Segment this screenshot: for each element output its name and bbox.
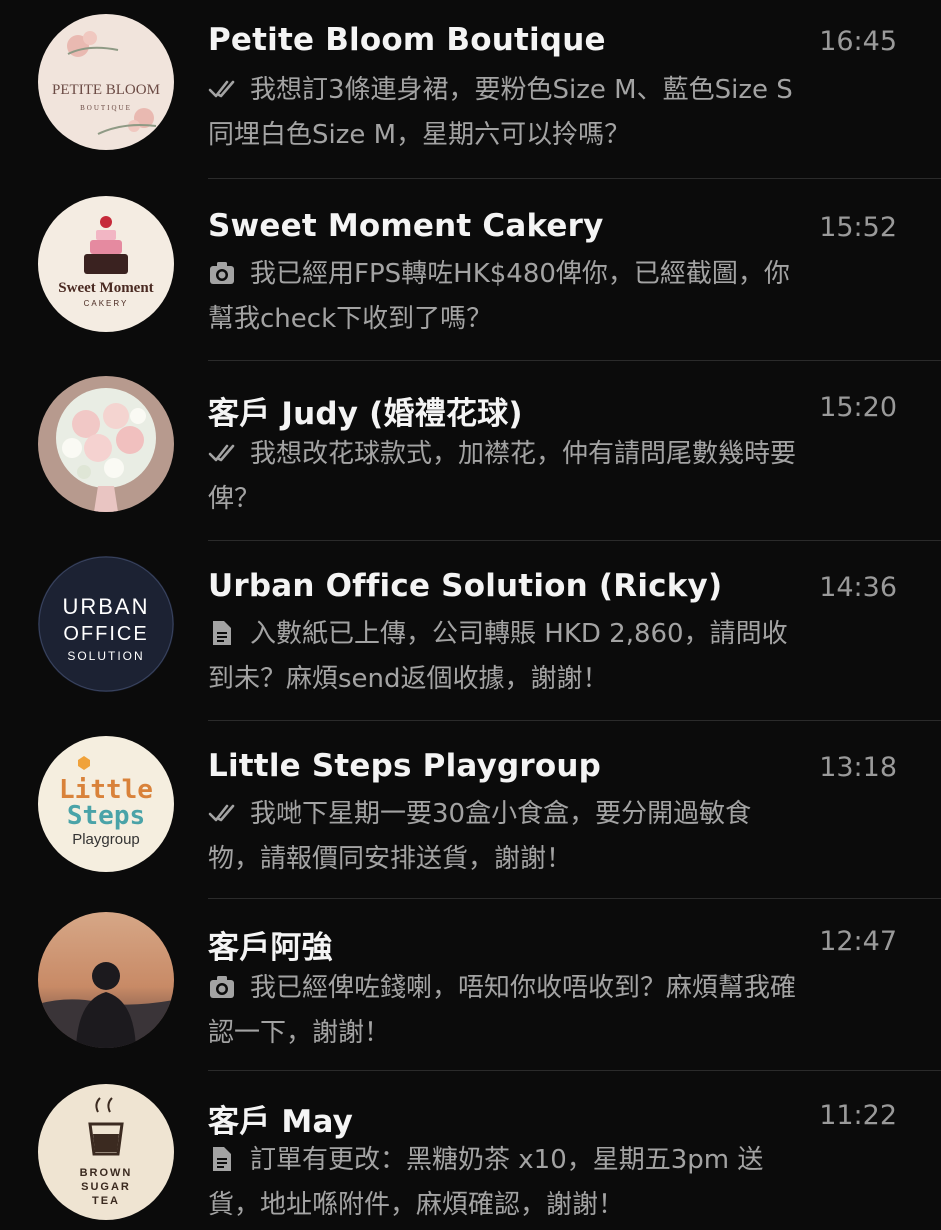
avatar: URBAN OFFICE SOLUTION — [38, 556, 174, 692]
avatar-line-1: Sweet Moment — [58, 280, 153, 296]
chat-name: Petite Bloom Boutique — [208, 22, 606, 58]
document-icon — [213, 1147, 231, 1171]
chat-name: 客戶阿強 — [208, 930, 333, 966]
divider — [208, 898, 941, 899]
double-check-icon — [208, 444, 235, 462]
chat-preview: 我想改花球款式，加襟花，仲有請問尾數幾時要俾？ — [208, 439, 797, 514]
chat-preview: 我已經俾咗錢喇，唔知你收唔收到？麻煩幫我確認一下，謝謝！ — [208, 973, 797, 1048]
avatar: PETITE BLOOM BOUTIQUE — [38, 14, 174, 150]
avatar-line-2: CAKERY — [84, 299, 129, 308]
chat-preview: 訂單有更改：黑糖奶茶 x10，星期五3pm 送貨，地址喺附件，麻煩確認，謝謝！ — [208, 1145, 764, 1220]
divider — [208, 178, 941, 179]
avatar-line-1: PETITE BLOOM — [52, 82, 160, 98]
avatar: Sweet Moment CAKERY — [38, 196, 174, 332]
chat-time: 15:20 — [819, 392, 897, 423]
chat-name: 客戶 Judy (婚禮花球) — [208, 396, 523, 432]
chat-preview: 我想訂3條連身裙，要粉色Size M、藍色Size S 同埋白色Size M，星… — [208, 75, 793, 150]
chat-row[interactable]: 客戶阿強 12:47 我已經俾咗錢喇，唔知你收唔收到？麻煩幫我確認一下，謝謝！ — [0, 900, 941, 1071]
chat-name: 客戶 May — [208, 1104, 354, 1140]
chat-name: Little Steps Playgroup — [208, 748, 602, 784]
double-check-icon — [208, 80, 235, 98]
chat-row[interactable]: Sweet Moment CAKERY Sweet Moment Cakery … — [0, 180, 941, 361]
avatar — [38, 376, 174, 512]
chat-time: 12:47 — [819, 926, 897, 957]
avatar-line-3: SOLUTION — [67, 649, 144, 663]
chat-row[interactable]: BROWN SUGAR TEA 客戶 May 11:22 訂單有更改：黑糖奶茶 … — [0, 1070, 941, 1230]
avatar: Little Steps Playgroup — [38, 736, 174, 872]
avatar — [38, 912, 174, 1048]
avatar-line-2: SUGAR — [81, 1181, 131, 1193]
camera-icon — [210, 262, 234, 284]
chat-time: 13:18 — [819, 752, 897, 783]
avatar-line-1: URBAN — [62, 594, 149, 619]
chat-row[interactable]: URBAN OFFICE SOLUTION Urban Office Solut… — [0, 540, 941, 721]
chat-preview: 我哋下星期一要30盒小食盒，要分開過敏食物，請報價同安排送貨，謝謝！ — [208, 799, 752, 874]
chat-row[interactable]: PETITE BLOOM BOUTIQUE Petite Bloom Bouti… — [0, 0, 941, 180]
chat-row[interactable]: Little Steps Playgroup Little Steps Play… — [0, 720, 941, 900]
chat-preview: 我已經用FPS轉咗HK$480俾你，已經截圖，你幫我check下收到了嗎？ — [208, 259, 790, 334]
chat-time: 14:36 — [819, 572, 897, 603]
chat-name: Sweet Moment Cakery — [208, 208, 604, 244]
avatar: BROWN SUGAR TEA — [38, 1084, 174, 1220]
camera-icon — [210, 976, 234, 998]
avatar-line-3: TEA — [92, 1195, 120, 1207]
chat-row[interactable]: 客戶 Judy (婚禮花球) 15:20 我想改花球款式，加襟花，仲有請問尾數幾… — [0, 360, 941, 541]
chat-name: Urban Office Solution (Ricky) — [208, 568, 723, 604]
chat-time: 16:45 — [819, 26, 897, 57]
avatar-line-3: Playgroup — [72, 831, 140, 848]
avatar-line-2: BOUTIQUE — [80, 104, 132, 112]
avatar-line-2: OFFICE — [63, 623, 148, 645]
document-icon — [213, 621, 231, 645]
double-check-icon — [208, 804, 235, 822]
avatar-line-1: BROWN — [80, 1167, 133, 1179]
chat-preview: 入數紙已上傳，公司轉賬 HKD 2,860，請問收到未？麻煩send返個收據，謝… — [208, 619, 788, 694]
chat-time: 11:22 — [819, 1100, 897, 1131]
chat-time: 15:52 — [819, 212, 897, 243]
avatar-line-2: Steps — [67, 801, 145, 831]
